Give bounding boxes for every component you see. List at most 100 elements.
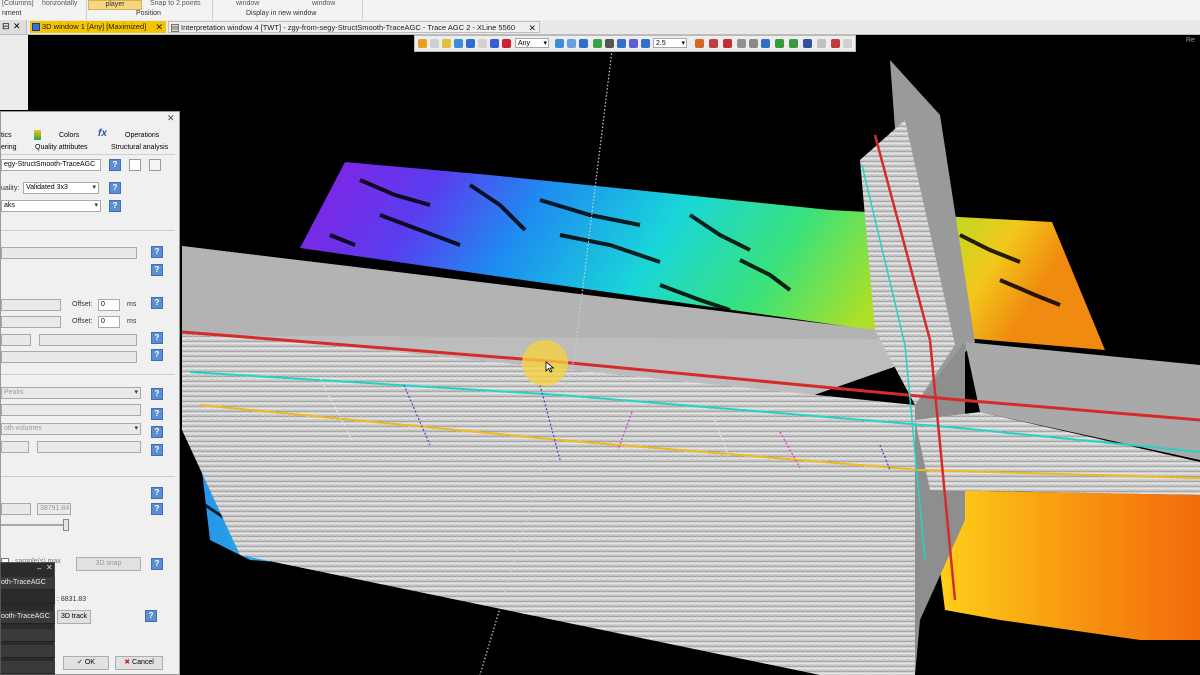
scale-icon[interactable] [789,39,798,48]
domain-select[interactable]: Any [515,38,549,49]
binoculars-icon[interactable] [605,39,614,48]
chart-icon[interactable] [775,39,784,48]
help-icon[interactable]: ? [151,444,163,456]
quality-select[interactable]: Validated 3x3 [23,182,99,194]
screenshot-icon[interactable] [803,39,812,48]
zoom-select[interactable]: 2.5 [653,38,687,49]
target-icon[interactable] [593,39,602,48]
help-icon[interactable]: ? [109,182,121,194]
param-field-b[interactable] [39,334,137,346]
close-popup-icon[interactable]: ✕ [46,563,53,572]
help-icon[interactable]: ? [151,487,163,499]
perspective-icon[interactable] [490,39,499,48]
close-pane-icon[interactable]: ✕ [13,21,21,32]
3d-scene[interactable] [28,35,1200,675]
character-icon[interactable] [709,39,718,48]
marker-icon[interactable] [831,39,840,48]
save-settings-icon[interactable] [149,159,161,171]
upper-horizon-field[interactable] [1,299,61,311]
help-icon[interactable]: ? [145,610,157,622]
max-value-field[interactable]: 38791.84 [37,503,71,515]
param-field-a[interactable] [1,334,31,346]
threshold-slider-track[interactable] [1,524,67,526]
lower-horizon-field[interactable] [1,316,61,328]
tab-3d-window[interactable]: 3D window 1 [Any] [Maximized] ✕ [30,21,166,33]
list-item[interactable] [1,661,55,674]
vertical-exaggeration-icon[interactable] [641,39,650,48]
3d-snap-button[interactable]: 3D snap [76,557,141,571]
camera-icon[interactable] [454,39,463,48]
home-view-icon[interactable] [555,39,564,48]
help-icon[interactable]: ? [109,159,121,171]
param-field-c[interactable] [1,351,137,363]
tab-interpretation-window[interactable]: Interpretation window 4 [TWT] - zgy-from… [168,21,540,33]
help-icon[interactable]: ? [151,408,163,420]
smooth-volumes-select[interactable]: oth volumes [1,423,141,435]
view-icon[interactable] [466,39,475,48]
pin-tool-icon[interactable] [723,39,732,48]
ribbon-item-window-a[interactable]: window [236,0,259,8]
ribbon-item-columns[interactable]: [Columns] [2,0,34,8]
range-field-b[interactable] [37,441,141,453]
tab-filtering[interactable]: ering [1,143,17,153]
orbit-icon[interactable] [567,39,576,48]
tracking-mode-select[interactable]: aks [1,200,101,212]
flag-icon[interactable] [502,39,511,48]
range-field-a[interactable] [1,441,29,453]
pin-icon[interactable]: ⊟ [2,21,10,32]
horizon-surface-right[interactable] [930,490,1200,640]
seed-field[interactable] [1,247,137,259]
ok-button[interactable]: ✔ OK [63,656,109,670]
lock-icon[interactable] [843,39,852,48]
close-tab-icon[interactable]: ✕ [155,21,163,33]
method-select[interactable]: Peaks [1,387,141,399]
new-document-icon[interactable] [129,159,141,171]
help-icon[interactable]: ? [151,332,163,344]
grid-view-icon[interactable] [579,39,588,48]
measure-icon[interactable] [478,39,487,48]
close-tab-icon[interactable]: ✕ [528,22,536,34]
offset-upper-input[interactable]: 0 [98,299,120,311]
record-icon[interactable] [817,39,826,48]
list-item[interactable] [1,591,55,604]
zoom-extent-icon[interactable] [629,39,638,48]
dialog-close-icon[interactable]: ✕ [167,113,175,124]
method-param-field[interactable] [1,404,141,416]
help-icon[interactable]: ? [151,558,163,570]
tab-statistics[interactable]: tics [1,131,31,141]
tab-colors[interactable]: Colors [59,131,79,141]
help-icon[interactable]: ? [151,426,163,438]
tab-operations[interactable]: Operations [125,131,159,141]
help-icon[interactable]: ? [151,246,163,258]
help-icon[interactable]: ? [151,349,163,361]
select-tool-icon[interactable] [418,39,427,48]
min-value-field[interactable] [1,503,31,515]
left-panel-strip[interactable] [0,35,29,110]
threshold-slider-handle[interactable] [63,519,69,531]
tab-quality-attributes[interactable]: Quality attributes [35,143,88,153]
pointer-tool-icon[interactable] [430,39,439,48]
hand-tool-icon[interactable] [442,39,451,48]
list-item[interactable] [1,645,55,658]
3d-track-button[interactable]: 3D track [57,610,91,624]
lighting-icon[interactable] [695,39,704,48]
input-volume-field[interactable]: egy-StructSmooth-TraceAGC [1,159,101,171]
ribbon-item-horizontally[interactable]: horizontally [42,0,77,8]
help-icon[interactable]: ? [109,200,121,212]
list-item[interactable] [1,629,55,642]
box-view-icon[interactable] [617,39,626,48]
3d-viewport[interactable] [28,35,1200,675]
eye-icon[interactable] [737,39,746,48]
capture-icon[interactable] [749,39,758,48]
axes-icon[interactable] [761,39,770,48]
help-icon[interactable]: ? [151,297,163,309]
ribbon-item-snap[interactable]: Snap to 2 points [150,0,201,8]
list-item[interactable]: ooth-TraceAGC [1,611,55,624]
offset-lower-input[interactable]: 0 [98,316,120,328]
tab-structural-analysis[interactable]: Structural analysis [111,143,168,153]
help-icon[interactable]: ? [151,388,163,400]
help-icon[interactable]: ? [151,264,163,276]
help-icon[interactable]: ? [151,503,163,515]
ribbon-player-button[interactable]: player [88,0,142,10]
cancel-button[interactable]: ✖ Cancel [115,656,163,670]
